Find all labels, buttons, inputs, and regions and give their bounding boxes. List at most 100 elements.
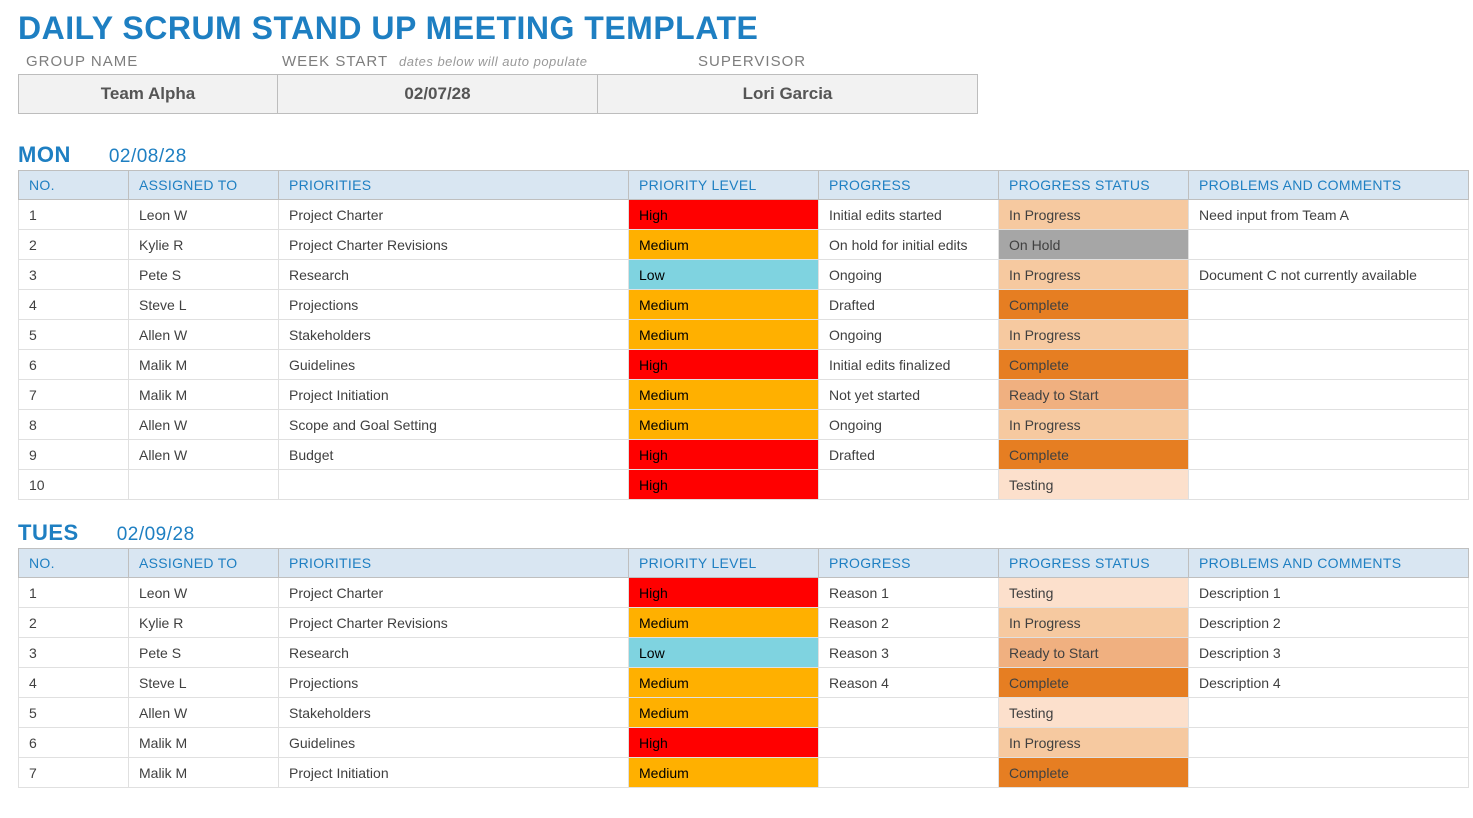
- cell-assigned[interactable]: Steve L: [129, 668, 279, 698]
- cell-progress[interactable]: Drafted: [819, 290, 999, 320]
- cell-assigned[interactable]: Leon W: [129, 578, 279, 608]
- cell-progress[interactable]: [819, 470, 999, 500]
- cell-priority-level[interactable]: High: [629, 440, 819, 470]
- cell-priority-level[interactable]: Medium: [629, 320, 819, 350]
- cell-progress-status[interactable]: Complete: [999, 440, 1189, 470]
- cell-priorities[interactable]: Scope and Goal Setting: [279, 410, 629, 440]
- cell-assigned[interactable]: Steve L: [129, 290, 279, 320]
- cell-progress[interactable]: [819, 728, 999, 758]
- cell-no[interactable]: 5: [19, 320, 129, 350]
- cell-comments[interactable]: Description 1: [1189, 578, 1469, 608]
- cell-priorities[interactable]: Project Initiation: [279, 758, 629, 788]
- cell-priorities[interactable]: Research: [279, 638, 629, 668]
- cell-assigned[interactable]: Allen W: [129, 440, 279, 470]
- cell-progress[interactable]: [819, 758, 999, 788]
- cell-comments[interactable]: Description 2: [1189, 608, 1469, 638]
- cell-priorities[interactable]: Project Charter Revisions: [279, 608, 629, 638]
- cell-priority-level[interactable]: High: [629, 350, 819, 380]
- cell-progress-status[interactable]: On Hold: [999, 230, 1189, 260]
- cell-priority-level[interactable]: Medium: [629, 758, 819, 788]
- cell-no[interactable]: 7: [19, 758, 129, 788]
- cell-progress[interactable]: Reason 4: [819, 668, 999, 698]
- cell-comments[interactable]: [1189, 410, 1469, 440]
- cell-comments[interactable]: [1189, 440, 1469, 470]
- cell-progress-status[interactable]: Complete: [999, 350, 1189, 380]
- cell-progress-status[interactable]: In Progress: [999, 410, 1189, 440]
- cell-progress-status[interactable]: In Progress: [999, 728, 1189, 758]
- cell-progress[interactable]: [819, 698, 999, 728]
- cell-progress-status[interactable]: Complete: [999, 668, 1189, 698]
- cell-priorities[interactable]: Project Charter: [279, 578, 629, 608]
- cell-no[interactable]: 4: [19, 668, 129, 698]
- cell-priorities[interactable]: Project Initiation: [279, 380, 629, 410]
- cell-no[interactable]: 4: [19, 290, 129, 320]
- cell-progress[interactable]: Reason 1: [819, 578, 999, 608]
- cell-priority-level[interactable]: High: [629, 470, 819, 500]
- cell-comments[interactable]: [1189, 350, 1469, 380]
- cell-no[interactable]: 6: [19, 728, 129, 758]
- cell-priorities[interactable]: Guidelines: [279, 728, 629, 758]
- cell-assigned[interactable]: Kylie R: [129, 608, 279, 638]
- cell-no[interactable]: 6: [19, 350, 129, 380]
- cell-progress[interactable]: Ongoing: [819, 260, 999, 290]
- cell-progress[interactable]: Reason 3: [819, 638, 999, 668]
- cell-priorities[interactable]: Budget: [279, 440, 629, 470]
- cell-priority-level[interactable]: High: [629, 200, 819, 230]
- value-group-name[interactable]: Team Alpha: [18, 74, 278, 114]
- cell-priorities[interactable]: [279, 470, 629, 500]
- cell-no[interactable]: 2: [19, 608, 129, 638]
- cell-assigned[interactable]: Allen W: [129, 320, 279, 350]
- cell-comments[interactable]: [1189, 290, 1469, 320]
- cell-progress-status[interactable]: Complete: [999, 290, 1189, 320]
- cell-no[interactable]: 2: [19, 230, 129, 260]
- cell-assigned[interactable]: Malik M: [129, 380, 279, 410]
- cell-comments[interactable]: [1189, 758, 1469, 788]
- cell-progress-status[interactable]: In Progress: [999, 320, 1189, 350]
- cell-comments[interactable]: Need input from Team A: [1189, 200, 1469, 230]
- cell-comments[interactable]: [1189, 728, 1469, 758]
- cell-progress-status[interactable]: Testing: [999, 578, 1189, 608]
- cell-assigned[interactable]: Malik M: [129, 350, 279, 380]
- cell-progress[interactable]: Not yet started: [819, 380, 999, 410]
- cell-comments[interactable]: Document C not currently available: [1189, 260, 1469, 290]
- cell-assigned[interactable]: Leon W: [129, 200, 279, 230]
- cell-priorities[interactable]: Projections: [279, 668, 629, 698]
- cell-priority-level[interactable]: Low: [629, 260, 819, 290]
- cell-comments[interactable]: Description 4: [1189, 668, 1469, 698]
- cell-priorities[interactable]: Projections: [279, 290, 629, 320]
- cell-progress[interactable]: Initial edits finalized: [819, 350, 999, 380]
- cell-no[interactable]: 8: [19, 410, 129, 440]
- cell-progress[interactable]: Drafted: [819, 440, 999, 470]
- cell-priority-level[interactable]: High: [629, 578, 819, 608]
- cell-priorities[interactable]: Stakeholders: [279, 320, 629, 350]
- cell-priority-level[interactable]: Medium: [629, 230, 819, 260]
- cell-progress[interactable]: Ongoing: [819, 410, 999, 440]
- cell-no[interactable]: 3: [19, 260, 129, 290]
- cell-progress-status[interactable]: Testing: [999, 698, 1189, 728]
- cell-progress-status[interactable]: In Progress: [999, 608, 1189, 638]
- value-week-start[interactable]: 02/07/28: [278, 74, 598, 114]
- cell-priority-level[interactable]: High: [629, 728, 819, 758]
- cell-progress-status[interactable]: Ready to Start: [999, 380, 1189, 410]
- cell-comments[interactable]: [1189, 698, 1469, 728]
- cell-assigned[interactable]: Pete S: [129, 260, 279, 290]
- cell-comments[interactable]: [1189, 320, 1469, 350]
- cell-progress-status[interactable]: In Progress: [999, 260, 1189, 290]
- cell-priorities[interactable]: Guidelines: [279, 350, 629, 380]
- cell-no[interactable]: 7: [19, 380, 129, 410]
- cell-assigned[interactable]: Malik M: [129, 728, 279, 758]
- cell-no[interactable]: 1: [19, 578, 129, 608]
- cell-progress-status[interactable]: Testing: [999, 470, 1189, 500]
- cell-assigned[interactable]: [129, 470, 279, 500]
- cell-priorities[interactable]: Research: [279, 260, 629, 290]
- cell-assigned[interactable]: Allen W: [129, 410, 279, 440]
- cell-priority-level[interactable]: Medium: [629, 290, 819, 320]
- cell-priority-level[interactable]: Medium: [629, 698, 819, 728]
- cell-priority-level[interactable]: Medium: [629, 380, 819, 410]
- cell-priorities[interactable]: Stakeholders: [279, 698, 629, 728]
- cell-no[interactable]: 10: [19, 470, 129, 500]
- cell-priorities[interactable]: Project Charter Revisions: [279, 230, 629, 260]
- cell-progress-status[interactable]: In Progress: [999, 200, 1189, 230]
- cell-no[interactable]: 3: [19, 638, 129, 668]
- cell-progress-status[interactable]: Ready to Start: [999, 638, 1189, 668]
